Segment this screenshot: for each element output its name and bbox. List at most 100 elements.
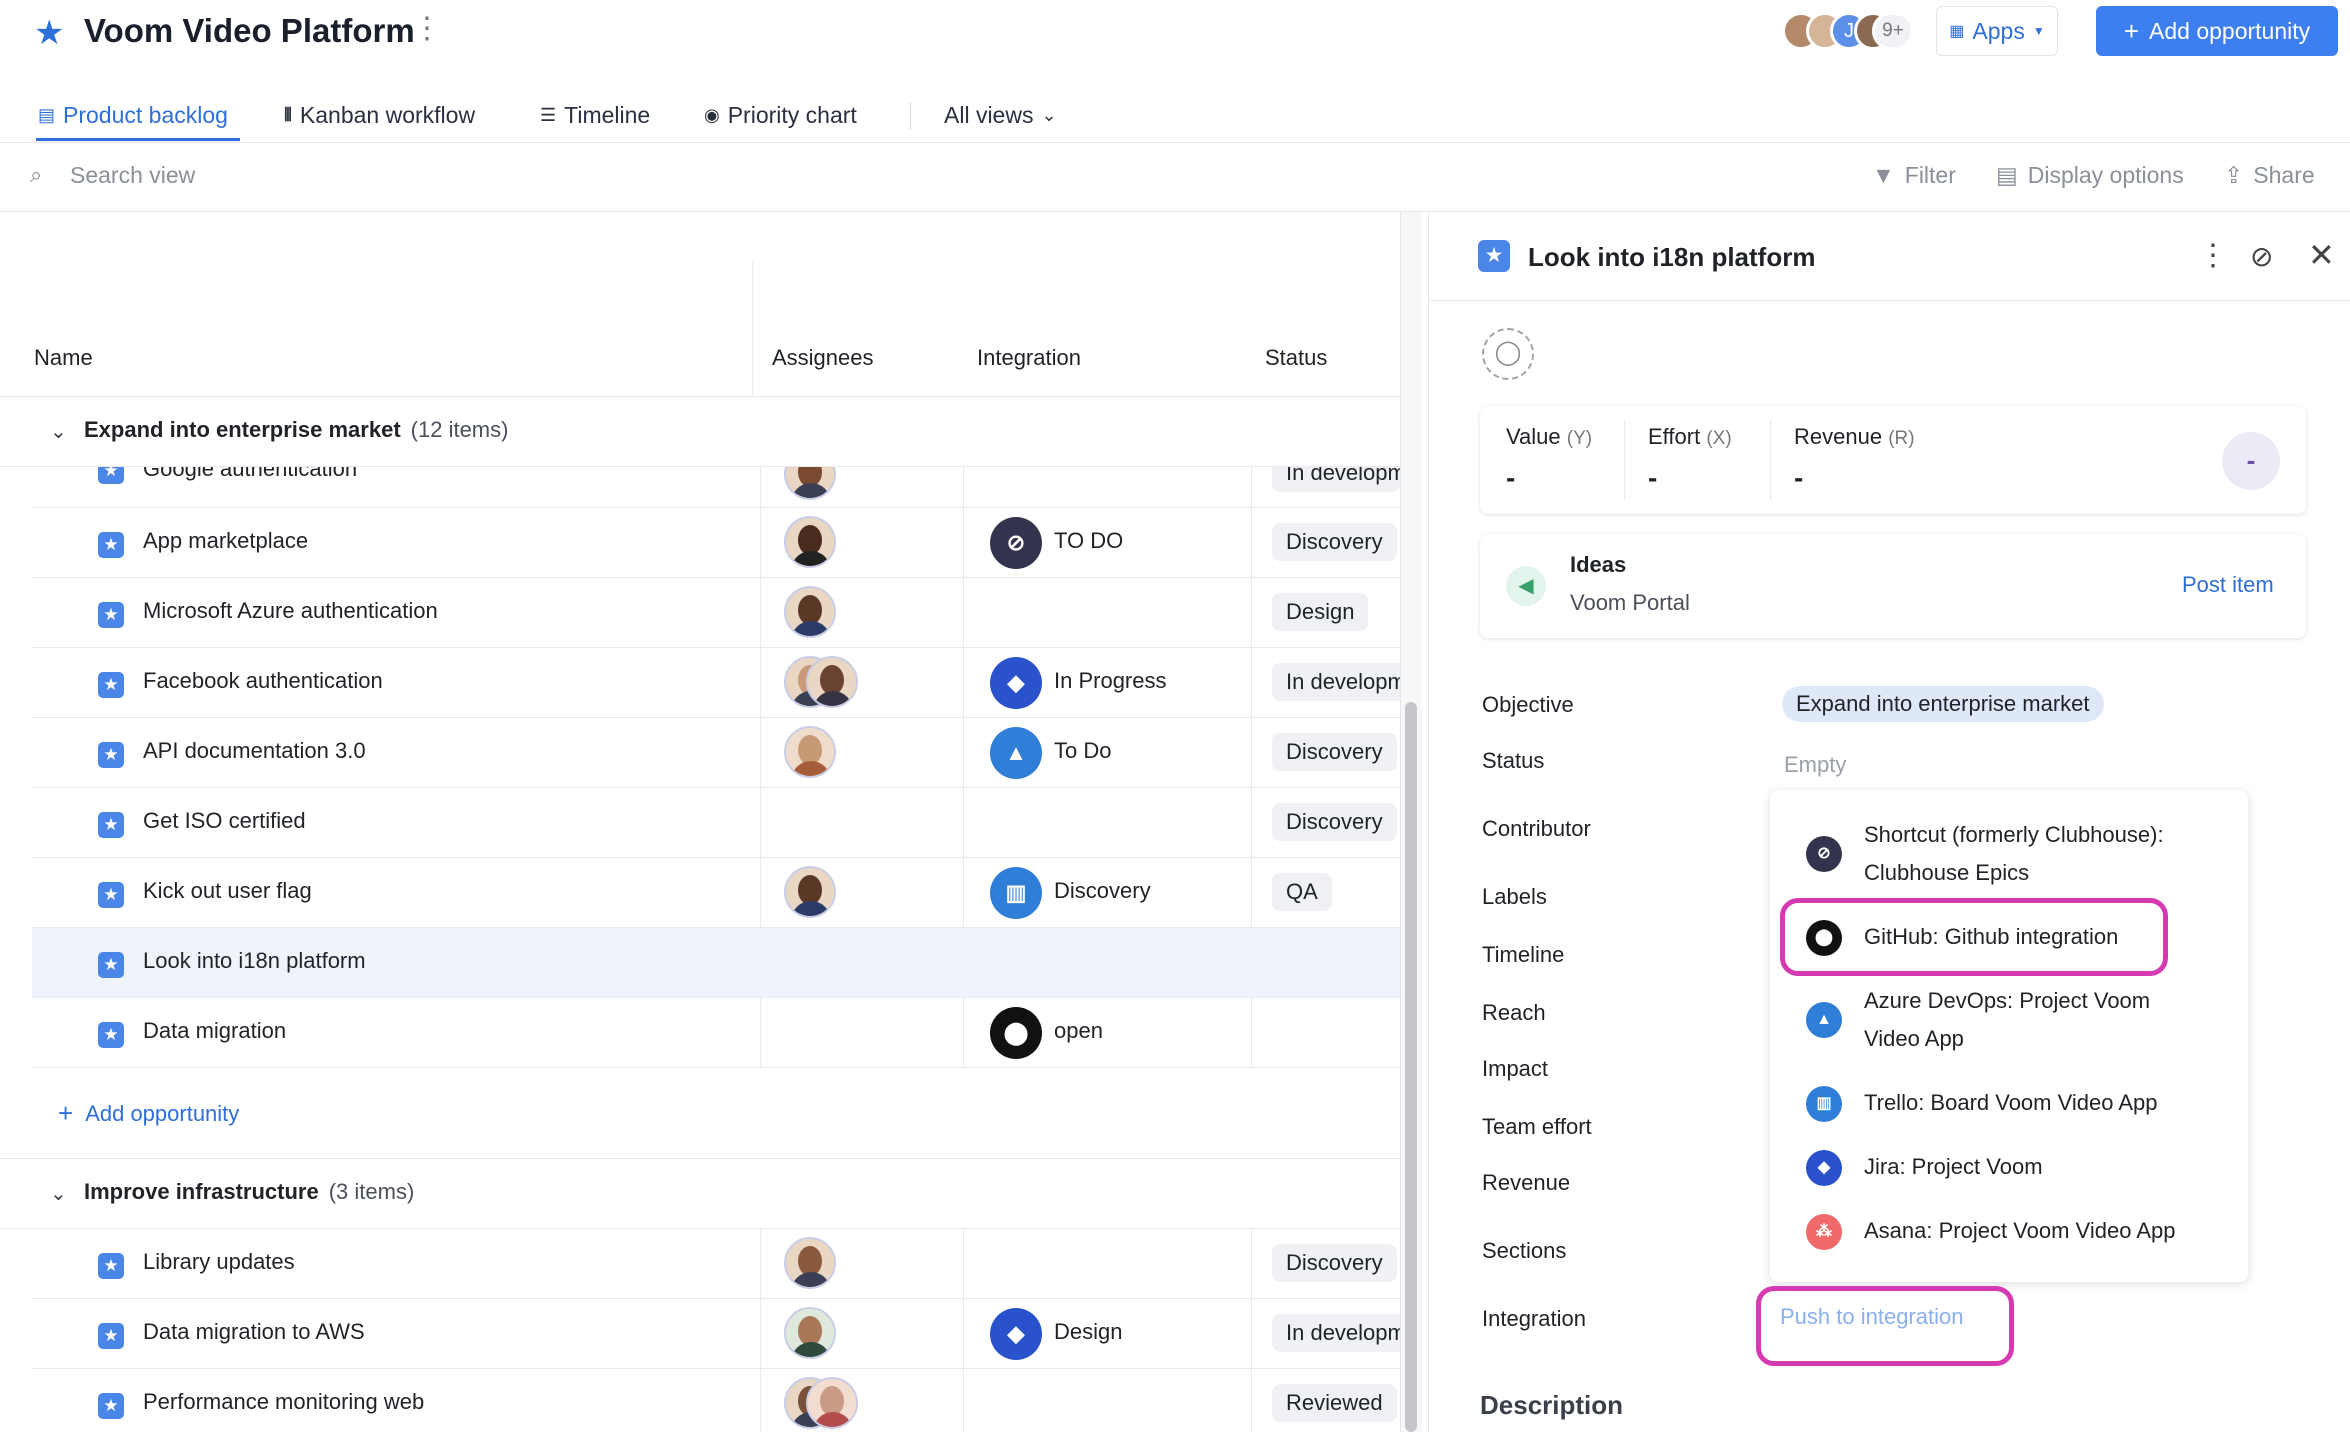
star-icon: ★: [98, 532, 124, 558]
integration-option[interactable]: ⁂ Asana: Project Voom Video App: [1806, 1212, 2175, 1250]
assign-owner-icon[interactable]: ◯: [1482, 328, 1534, 380]
avatar[interactable]: [784, 1237, 836, 1289]
chevron-down-icon: ⌄: [1041, 104, 1057, 125]
more-vertical-icon[interactable]: ⋮: [2198, 238, 2228, 273]
integration-option[interactable]: ▲ Azure DevOps: Project Voom Video App: [1806, 982, 2206, 1058]
avatar[interactable]: [784, 726, 836, 778]
group-header[interactable]: ⌄ Expand into enterprise market (12 items…: [0, 397, 1400, 467]
share-icon: ⇪: [2224, 162, 2244, 188]
status-badge[interactable]: Discovery: [1272, 803, 1397, 841]
table-row[interactable]: ★ Data migration to AWS ◆ Design In deve…: [32, 1299, 1400, 1369]
add-opportunity-link[interactable]: + Add opportunity: [58, 1098, 239, 1129]
hide-icon[interactable]: ⊘: [2250, 240, 2273, 273]
post-item-link[interactable]: Post item: [2182, 572, 2274, 598]
score-revenue[interactable]: Revenue (R) -: [1794, 424, 1915, 494]
score-key: (X): [1706, 428, 1732, 449]
column-divider: [752, 262, 753, 396]
column-header-name[interactable]: Name: [34, 345, 93, 371]
group-header[interactable]: ⌄ Improve infrastructure (3 items): [0, 1159, 1400, 1229]
filter-label: Filter: [1904, 162, 1956, 188]
status-badge[interactable]: In development: [1272, 663, 1400, 701]
table-row[interactable]: ★ Data migration ⬤ open: [32, 998, 1400, 1068]
tab-label: Product backlog: [63, 101, 228, 128]
chevron-down-icon[interactable]: ⌄: [50, 419, 67, 444]
field-label-objective: Objective: [1482, 692, 1574, 717]
avatar[interactable]: [806, 1377, 858, 1429]
avatar[interactable]: [806, 656, 858, 708]
tab-product-backlog[interactable]: ▤ Product backlog: [38, 88, 228, 142]
table-row[interactable]: ★ Get ISO certified Discovery: [32, 788, 1400, 858]
tab-priority-chart[interactable]: ◉ Priority chart: [704, 88, 857, 142]
score-label: Value: [1506, 424, 1561, 449]
table-row[interactable]: ★ Microsoft Azure authentication Design: [32, 578, 1400, 648]
status-badge[interactable]: Design: [1272, 593, 1369, 631]
member-overflow-count[interactable]: 9+: [1872, 12, 1914, 50]
megaphone-icon: ◀: [1506, 566, 1546, 606]
tab-timeline[interactable]: ☰ Timeline: [540, 88, 650, 142]
column-header-status[interactable]: Status: [1265, 345, 1327, 371]
status-badge[interactable]: Discovery: [1272, 733, 1397, 771]
share-button[interactable]: ⇪ Share: [2224, 162, 2315, 189]
status-value[interactable]: Empty: [1784, 752, 1846, 778]
status-badge[interactable]: QA: [1272, 873, 1332, 911]
status-badge[interactable]: In development: [1272, 1314, 1400, 1352]
table-row[interactable]: ★ Performance monitoring web Reviewed: [32, 1369, 1400, 1432]
close-icon[interactable]: ✕: [2308, 236, 2335, 274]
jira-icon: ◆: [990, 1308, 1042, 1360]
table-row[interactable]: ★ Kick out user flag ▥ Discovery QA: [32, 858, 1400, 928]
group-count: (12 items): [410, 417, 509, 442]
scrollbar-thumb[interactable]: [1405, 702, 1417, 1432]
status-badge[interactable]: Discovery: [1272, 1244, 1397, 1282]
score-effort[interactable]: Effort (X) -: [1648, 424, 1732, 494]
tab-kanban-workflow[interactable]: ⦀ Kanban workflow: [284, 88, 475, 142]
score-divider: [1770, 420, 1771, 500]
tab-label: Priority chart: [727, 101, 857, 128]
grid-icon: ▦: [1949, 23, 1965, 40]
detail-title: Look into i18n platform: [1528, 242, 1816, 272]
integration-option[interactable]: ⊘ Shortcut (formerly Clubhouse): Clubhou…: [1806, 816, 2226, 892]
kanban-icon: ⦀: [284, 104, 292, 125]
display-options-button[interactable]: ▤ Display options: [1996, 162, 2184, 189]
filter-button[interactable]: ▼ Filter: [1872, 162, 1956, 189]
asana-icon: ⁂: [1806, 1214, 1842, 1250]
star-icon: ★: [98, 1253, 124, 1279]
objective-chip[interactable]: Expand into enterprise market: [1782, 686, 2104, 722]
azure-devops-icon: ▲: [990, 727, 1042, 779]
column-header-integration[interactable]: Integration: [977, 345, 1081, 371]
active-tab-underline: [36, 138, 240, 141]
table-row-selected[interactable]: ★ Look into i18n platform: [32, 928, 1400, 998]
status-badge[interactable]: Reviewed: [1272, 1384, 1397, 1422]
integration-option-label: Shortcut (formerly Clubhouse): Clubhouse…: [1864, 822, 2164, 885]
avatar[interactable]: [784, 866, 836, 918]
chevron-down-icon[interactable]: ⌄: [50, 1181, 67, 1206]
score-key: (Y): [1566, 428, 1593, 449]
plus-icon: +: [2123, 15, 2140, 46]
column-header-assignees[interactable]: Assignees: [772, 345, 874, 371]
more-vertical-icon[interactable]: ⋮: [412, 14, 442, 44]
highlight-frame: [1780, 898, 2168, 976]
table-row[interactable]: ★ App marketplace ⊘ TO DO Discovery: [32, 508, 1400, 578]
table-row[interactable]: ★ Facebook authentication ◆ In Progress …: [32, 648, 1400, 718]
avatar[interactable]: [784, 1307, 836, 1359]
avatar[interactable]: [784, 586, 836, 638]
integration-option[interactable]: ▥ Trello: Board Voom Video App: [1806, 1084, 2158, 1122]
table-row[interactable]: ★ Library updates Discovery: [32, 1229, 1400, 1299]
tab-all-views[interactable]: All views ⌄: [944, 88, 1057, 142]
tab-label: All views: [944, 101, 1034, 128]
integration-status: TO DO: [1054, 528, 1124, 553]
integration-status: open: [1054, 1018, 1103, 1043]
table-row[interactable]: ★ API documentation 3.0 ▲ To Do Discover…: [32, 718, 1400, 788]
search-input[interactable]: Search view: [70, 162, 195, 189]
status-badge[interactable]: Discovery: [1272, 523, 1397, 561]
row-name: API documentation 3.0: [143, 738, 366, 763]
ideas-title: Ideas: [1570, 552, 1627, 577]
search-icon: ⌕: [30, 162, 43, 187]
score-value[interactable]: Value (Y) -: [1506, 424, 1592, 494]
trello-icon: ▥: [1806, 1086, 1842, 1122]
add-opportunity-button[interactable]: + Add opportunity: [2096, 6, 2338, 56]
shortcut-icon: ⊘: [1806, 836, 1842, 872]
integration-option[interactable]: ◆ Jira: Project Voom: [1806, 1148, 2043, 1186]
apps-button[interactable]: ▦ Apps ▼: [1936, 6, 2058, 56]
star-icon: ★: [34, 14, 65, 52]
avatar[interactable]: [784, 516, 836, 568]
